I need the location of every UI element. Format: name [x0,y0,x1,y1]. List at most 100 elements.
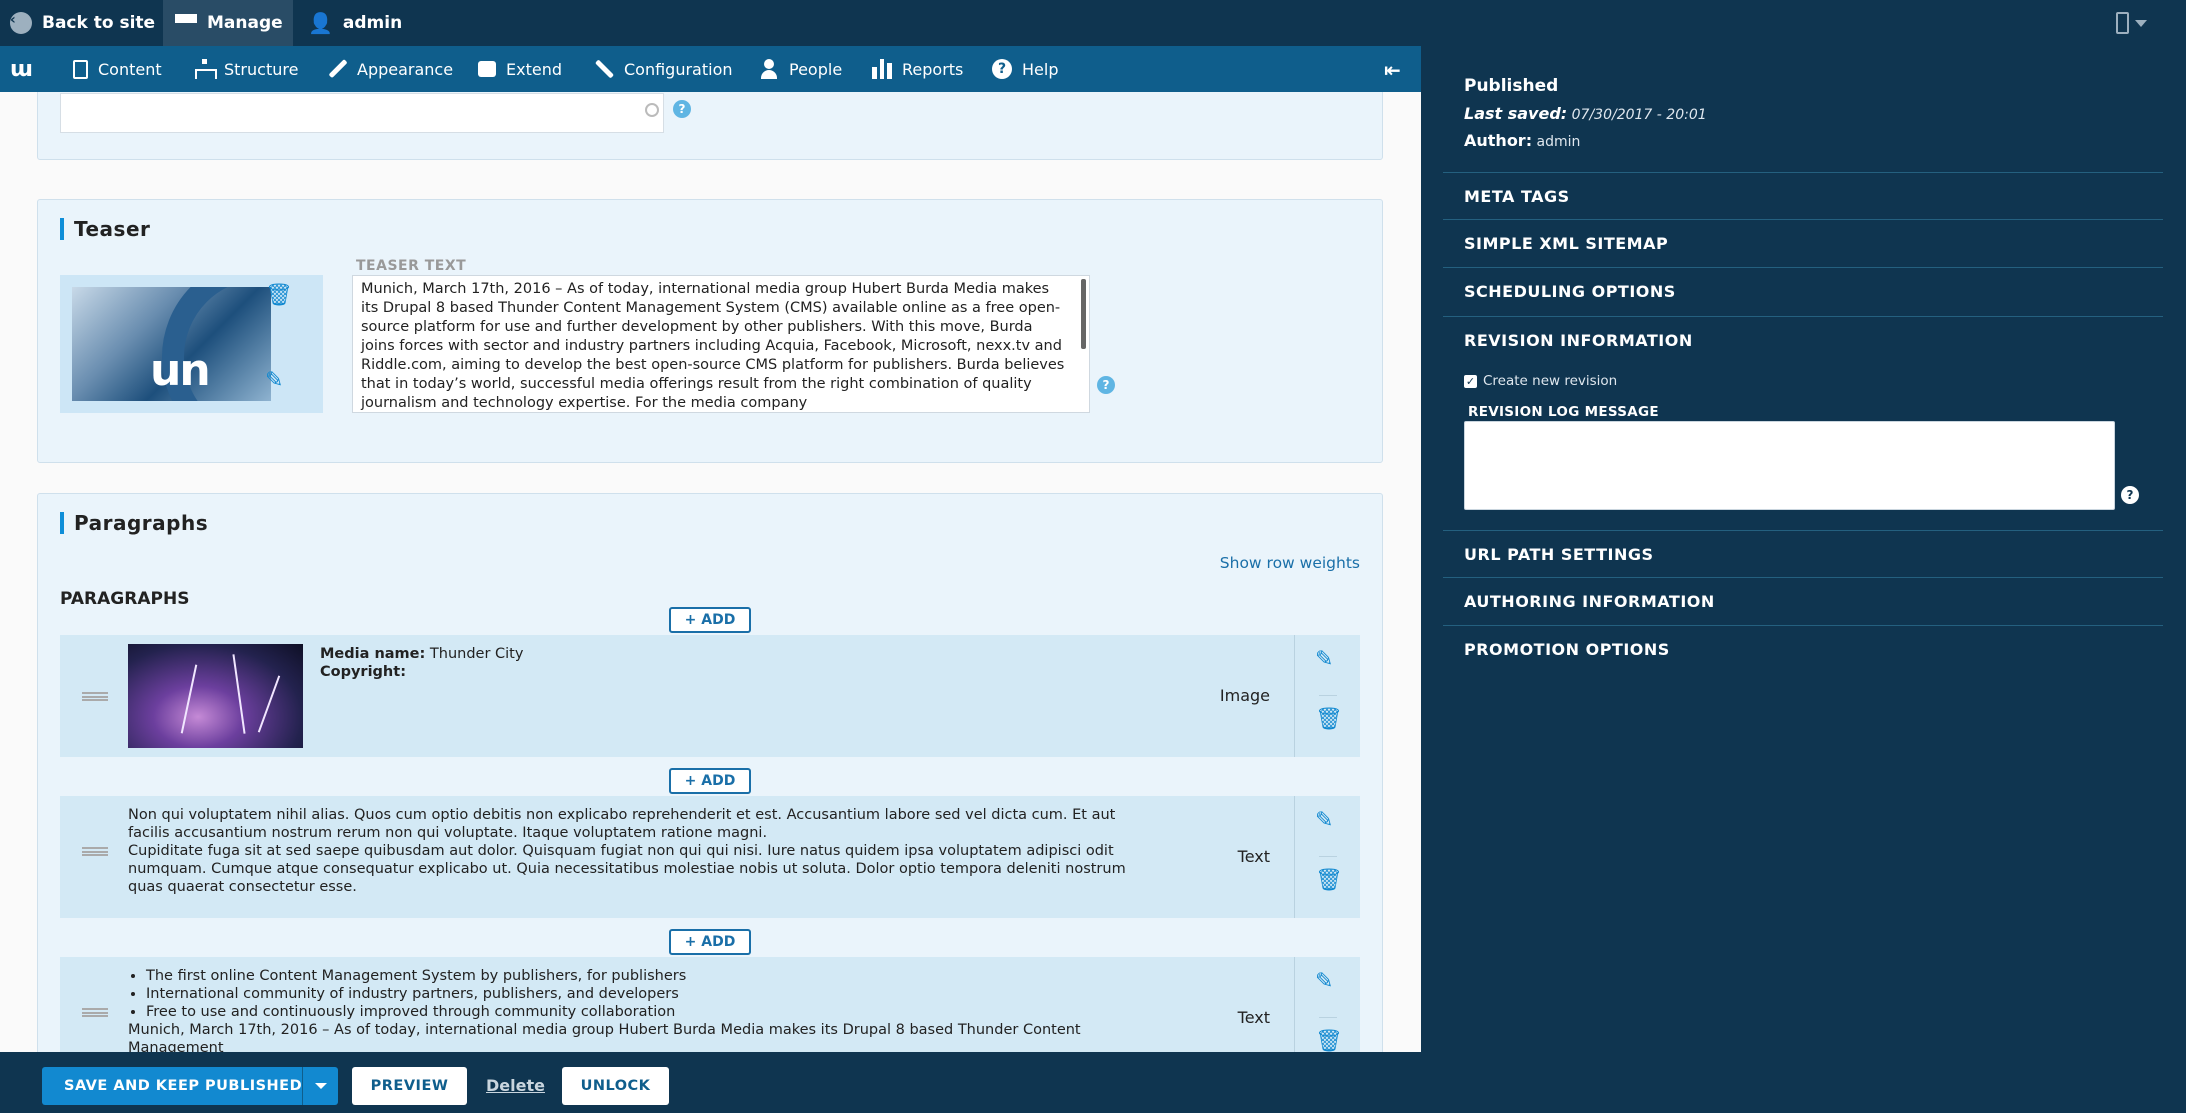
revision-log-input[interactable] [1464,421,2115,510]
delete-link[interactable]: Delete [486,1076,545,1095]
trash-icon[interactable]: 🗑 [1315,870,1343,892]
paragraph-type: Text [1237,847,1270,866]
author-label: Author: [1464,131,1533,150]
user-icon: 👤 [308,11,333,35]
list-item: Free to use and continuously improved th… [146,1003,1158,1021]
trash-icon[interactable]: 🗑 [265,285,293,307]
section-title: Paragraphs [60,512,208,534]
paragraph-actions: ✎ 🗑 [1294,635,1360,757]
back-to-site-link[interactable]: ‹ Back to site [10,0,155,46]
field-input[interactable] [60,93,664,133]
details-simple-xml-sitemap[interactable]: SIMPLE XML SITEMAP [1443,219,2163,266]
unlock-button[interactable]: UNLOCK [562,1067,669,1105]
revision-log-label: REVISION LOG MESSAGE [1468,404,1659,420]
teaser-section: Teaser un 🗑 ✎ TEASER TEXT Munich, March … [37,199,1383,463]
teaser-text-label: TEASER TEXT [356,258,467,274]
media-name-value: Thunder City [429,646,524,662]
scrollbar[interactable] [1081,279,1086,349]
tray-item-label: Content [98,59,162,79]
show-row-weights-link[interactable]: Show row weights [1220,554,1360,572]
author: Author: admin [1464,131,1580,150]
thunder-logo-icon: ɯ [10,56,33,82]
wrench-icon [594,59,614,79]
help-icon: ? [992,59,1012,79]
drag-handle-icon[interactable] [82,847,108,856]
manage-tab[interactable]: Manage [163,0,293,46]
tray-item-reports[interactable]: Reports [872,46,963,92]
paragraph-text-line: Non qui voluptatem nihil alias. Quos cum… [128,807,1116,841]
field-section: ? [37,92,1383,160]
sitemap-icon [194,59,217,79]
pencil-icon[interactable]: ✎ [1315,971,1333,993]
add-paragraph-button[interactable]: + ADD [669,929,751,955]
teaser-text-field[interactable]: Munich, March 17th, 2016 – As of today, … [352,275,1090,413]
pencil-icon[interactable]: ✎ [1315,810,1333,832]
copyright-label: Copyright: [320,664,406,680]
thunder-logo[interactable]: ɯ [10,46,33,92]
publish-status: Published [1464,76,1559,96]
list-item: The first online Content Management Syst… [146,967,1158,985]
manage-label: Manage [207,13,283,33]
save-options-dropdown[interactable] [302,1067,338,1105]
hamburger-icon [175,14,197,32]
back-to-site-label: Back to site [42,13,156,33]
tray-item-help[interactable]: ? Help [992,46,1058,92]
checkmark-icon: ✓ [1464,374,1477,388]
device-preview-toggle[interactable] [2116,12,2160,34]
tray-item-label: Extend [506,59,562,79]
user-label: admin [342,13,403,33]
copyright-line: Copyright: [320,664,406,680]
create-revision-label: Create new revision [1483,373,1618,389]
help-icon[interactable]: ? [2121,486,2139,504]
tray-item-extend[interactable]: Extend [478,46,562,92]
tray-item-configuration[interactable]: Configuration [594,46,733,92]
list-item: International community of industry part… [146,985,1158,1003]
pencil-icon[interactable]: ✎ [1315,649,1333,671]
details-authoring-information[interactable]: AUTHORING INFORMATION [1443,577,2163,624]
bar-chart-icon [872,59,893,79]
tray-item-label: Configuration [624,59,733,79]
tray-item-appearance[interactable]: Appearance [327,46,453,92]
trash-icon[interactable]: 🗑 [1315,1031,1343,1053]
last-saved-label: Last saved: [1464,104,1568,123]
details-url-path-settings[interactable]: URL PATH SETTINGS [1443,530,2163,577]
author-value: admin [1536,134,1581,150]
tray-item-people[interactable]: People [759,46,842,92]
chevron-left-icon: ‹ [10,12,32,34]
person-icon [759,59,779,79]
paragraph-actions: ✎ 🗑 [1294,957,1360,1052]
paragraphs-section: Paragraphs Show row weights PARAGRAPHS +… [37,493,1383,1052]
add-paragraph-button[interactable]: + ADD [669,768,751,794]
create-new-revision-checkbox[interactable]: ✓ Create new revision [1464,373,1617,389]
admin-menu-tray: ɯ Content Structure Appearance Extend Co… [0,46,1421,92]
tray-item-label: Help [1022,59,1059,79]
entity-meta-sidebar: Published Last saved: 07/30/2017 - 20:01… [1421,46,2186,1113]
trash-icon[interactable]: 🗑 [1315,709,1343,731]
details-promotion-options[interactable]: PROMOTION OPTIONS [1443,625,2163,672]
paragraph-row: Media name: Thunder City Copyright: Imag… [60,635,1360,757]
add-paragraph-button[interactable]: + ADD [669,607,751,633]
pencil-icon[interactable]: ✎ [265,370,283,392]
drag-handle-icon[interactable] [82,1008,108,1017]
save-and-keep-published-button[interactable]: SAVE AND KEEP PUBLISHED [42,1067,338,1105]
chevron-down-icon [2135,19,2147,27]
teaser-image: un [72,287,271,401]
help-icon[interactable]: ? [1097,376,1115,394]
tray-item-content[interactable]: Content [73,46,162,92]
details-scheduling-options[interactable]: SCHEDULING OPTIONS [1443,267,2163,314]
chevron-down-icon [314,1083,327,1089]
preview-button[interactable]: PREVIEW [352,1067,467,1105]
drag-handle-icon[interactable] [82,692,108,701]
paragraphs-label: PARAGRAPHS [60,589,190,609]
details-meta-tags[interactable]: META TAGS [1443,172,2163,219]
last-saved-value: 07/30/2017 - 20:01 [1571,107,1707,123]
help-icon[interactable]: ? [673,100,691,118]
details-revision-information[interactable]: REVISION INFORMATION [1443,316,2163,363]
user-tab[interactable]: 👤 admin [300,0,402,46]
paragraph-actions: ✎ 🗑 [1294,796,1360,918]
toolbar-bar: ‹ Back to site Manage 👤 admin [0,0,2186,46]
form-actions: SAVE AND KEEP PUBLISHED PREVIEW Delete U… [0,1052,1421,1113]
tray-orientation-toggle[interactable]: ⇤ [1384,58,1401,82]
tray-item-structure[interactable]: Structure [194,46,298,92]
paragraph-row: The first online Content Management Syst… [60,957,1360,1052]
